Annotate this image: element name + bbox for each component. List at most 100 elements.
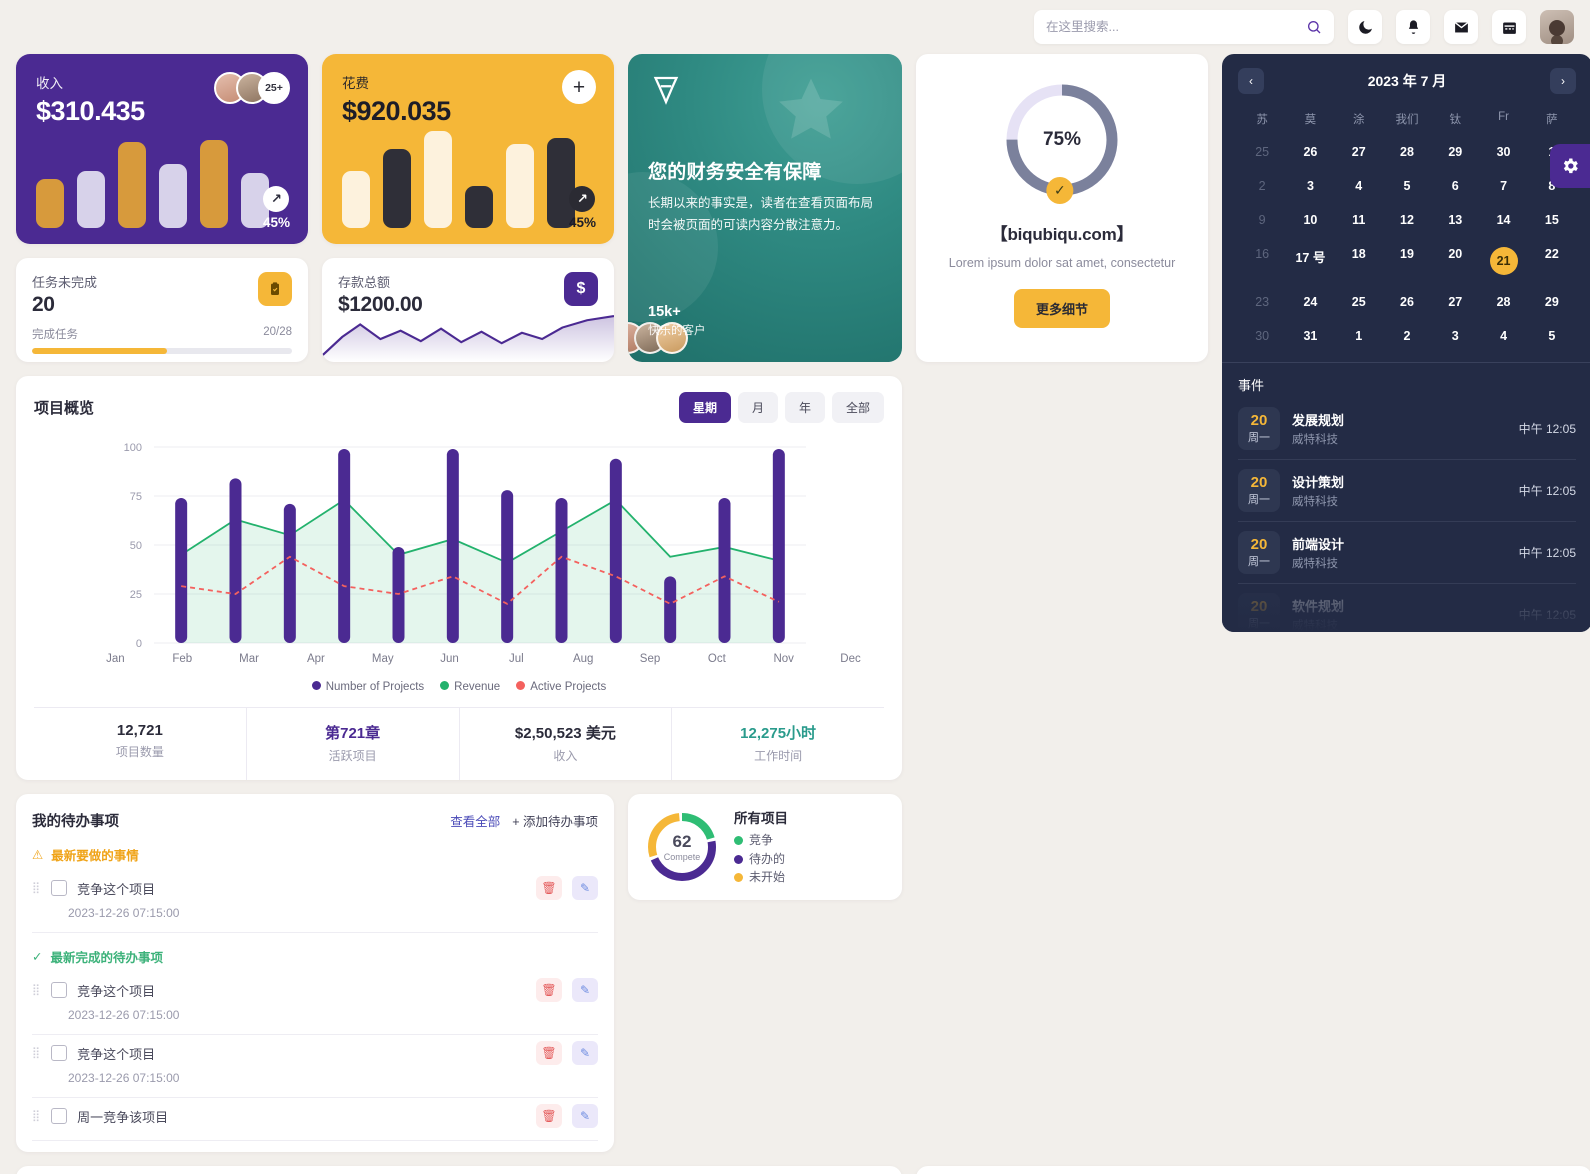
calendar-day[interactable]: 1 <box>1335 322 1383 350</box>
calendar-day[interactable]: 17 号 <box>1286 240 1334 282</box>
mail-icon[interactable] <box>1444 10 1478 44</box>
search-icon[interactable] <box>1306 19 1322 35</box>
calendar-day[interactable]: 2 <box>1238 172 1286 200</box>
chart-tab-星期[interactable]: 星期 <box>678 392 731 423</box>
bell-icon[interactable] <box>1396 10 1430 44</box>
todo-checkbox[interactable] <box>51 982 68 998</box>
calendar-dow: 莫 <box>1304 114 1317 126</box>
calendar-day[interactable]: 23 <box>1238 288 1286 316</box>
calendar-dow: 钛 <box>1449 114 1462 126</box>
calendar-day[interactable]: 3 <box>1286 172 1334 200</box>
legend-label: 竞争 <box>749 832 774 847</box>
calendar-day[interactable]: 29 <box>1528 288 1576 316</box>
running-projects-card: 正在运行的项目 查看全部 设计策划 21+团队 到期日 2021 年 9 月 6… <box>916 1166 1590 1174</box>
calendar-day[interactable]: 19 <box>1383 240 1431 282</box>
calendar-event[interactable]: 20 周一 前端设计 威特科技 中午 12:05 <box>1238 522 1576 584</box>
drag-handle-icon[interactable]: ⣿ <box>32 1047 41 1058</box>
calendar-day[interactable]: 13 <box>1431 206 1479 234</box>
pencil-icon[interactable]: ✎ <box>572 978 598 1002</box>
calendar-day[interactable]: 29 <box>1431 138 1479 166</box>
calendar-icon[interactable] <box>1492 10 1526 44</box>
calendar-day[interactable]: 15 <box>1528 206 1576 234</box>
calendar-day[interactable]: 21 <box>1479 240 1527 282</box>
calendar-day[interactable]: 4 <box>1335 172 1383 200</box>
chart-stat: $2,50,523 美元 收入 <box>460 708 673 780</box>
calendar-day[interactable]: 14 <box>1479 206 1527 234</box>
calendar-day[interactable]: 10 <box>1286 206 1334 234</box>
calendar-day[interactable]: 20 <box>1431 240 1479 282</box>
calendar-day[interactable]: 25 <box>1238 138 1286 166</box>
calendar-next-button[interactable]: › <box>1549 68 1576 94</box>
chart-tab-月[interactable]: 月 <box>737 392 778 423</box>
calendar-day[interactable]: 11 <box>1335 206 1383 234</box>
calendar-dow: 涂 <box>1352 114 1365 126</box>
calendar-prev-button[interactable]: ‹ <box>1238 68 1264 94</box>
calendar-day[interactable]: 9 <box>1238 206 1286 234</box>
calendar-day[interactable]: 5 <box>1383 172 1431 200</box>
calendar-day[interactable]: 25 <box>1335 288 1383 316</box>
moon-icon[interactable] <box>1348 10 1382 44</box>
calendar-day[interactable]: 16 <box>1238 240 1286 282</box>
calendar-day[interactable]: 18 <box>1335 240 1383 282</box>
expense-mini-bars <box>342 118 575 228</box>
legend-swatch <box>734 854 743 864</box>
divider <box>1222 362 1590 363</box>
todo-checkbox[interactable] <box>51 1045 68 1061</box>
drag-handle-icon[interactable]: ⣿ <box>32 984 41 995</box>
trash-icon[interactable]: 🗑 <box>536 1104 562 1128</box>
calendar-event[interactable]: 20 周一 设计策划 威特科技 中午 12:05 <box>1238 460 1576 522</box>
promo-text: 长期以来的事实是，读者在查看页面布局时会被页面的可读内容分散注意力。 <box>648 196 874 232</box>
todo-add-link[interactable]: + 添加待办事项 <box>512 811 598 830</box>
calendar-day[interactable]: 12 <box>1383 206 1431 234</box>
calendar-day[interactable]: 27 <box>1335 138 1383 166</box>
calendar-event[interactable]: 20 周一 发展规划 威特科技 中午 12:05 <box>1238 398 1576 460</box>
todo-view-all-link[interactable]: 查看全部 <box>450 811 500 830</box>
calendar-day[interactable]: 26 <box>1383 288 1431 316</box>
trash-icon[interactable]: 🗑 <box>536 1041 562 1065</box>
chart-tab-全部[interactable]: 全部 <box>831 392 884 423</box>
todo-section-done: ✓ 最新完成的待办事项 <box>32 947 598 966</box>
savings-sparkline <box>322 315 614 362</box>
settings-gear-icon[interactable] <box>1550 144 1590 188</box>
legend-item[interactable]: Active Projects <box>516 677 606 695</box>
trash-icon[interactable]: 🗑 <box>536 978 562 1002</box>
active-projects-card: 活跃项目 出口报告 项目名▲项目负责人⇅进步⇅受让人⇅地位⇅到期日⇅ 蝙蝠侠 利… <box>16 1166 902 1174</box>
todo-checkbox[interactable] <box>51 880 68 896</box>
drag-handle-icon[interactable]: ⣿ <box>32 1110 41 1121</box>
pencil-icon[interactable]: ✎ <box>572 1041 598 1065</box>
search-input[interactable] <box>1046 20 1298 34</box>
calendar-day[interactable]: 28 <box>1383 138 1431 166</box>
chart-title: 项目概览 <box>34 400 95 417</box>
shield-logo-icon <box>653 76 679 105</box>
drag-handle-icon[interactable]: ⣿ <box>32 882 41 893</box>
calendar-day[interactable]: 28 <box>1479 288 1527 316</box>
calendar-day[interactable]: 4 <box>1479 322 1527 350</box>
add-expense-button[interactable]: + <box>562 70 596 104</box>
calendar-day[interactable]: 24 <box>1286 288 1334 316</box>
search-box[interactable] <box>1034 10 1334 44</box>
legend-item[interactable]: Number of Projects <box>311 677 424 695</box>
calendar-day[interactable]: 6 <box>1431 172 1479 200</box>
calendar-day[interactable]: 31 <box>1286 322 1334 350</box>
legend-item[interactable]: Revenue <box>440 677 500 695</box>
calendar-day[interactable]: 7 <box>1479 172 1527 200</box>
x-tick: Jun <box>440 653 459 665</box>
pencil-icon[interactable]: ✎ <box>572 876 598 900</box>
user-avatar[interactable] <box>1540 10 1574 44</box>
calendar-day[interactable]: 5 <box>1528 322 1576 350</box>
calendar-day[interactable]: 26 <box>1286 138 1334 166</box>
event-org: 威特科技 <box>1292 558 1338 570</box>
calendar-day[interactable]: 27 <box>1431 288 1479 316</box>
chart-stat-caption: 收入 <box>553 749 578 763</box>
todo-checkbox[interactable] <box>51 1108 68 1124</box>
chart-tab-年[interactable]: 年 <box>784 392 825 423</box>
legend-label: 待办的 <box>749 851 786 866</box>
calendar-day[interactable]: 3 <box>1431 322 1479 350</box>
calendar-day[interactable]: 30 <box>1479 138 1527 166</box>
calendar-day[interactable]: 22 <box>1528 240 1576 282</box>
calendar-day[interactable]: 2 <box>1383 322 1431 350</box>
trash-icon[interactable]: 🗑 <box>536 876 562 900</box>
pencil-icon[interactable]: ✎ <box>572 1104 598 1128</box>
calendar-day[interactable]: 30 <box>1238 322 1286 350</box>
more-details-button[interactable]: 更多细节 <box>1013 289 1110 328</box>
